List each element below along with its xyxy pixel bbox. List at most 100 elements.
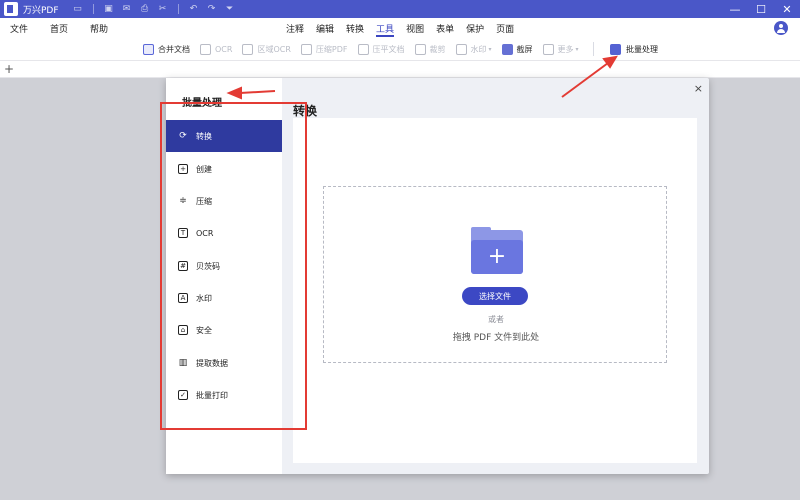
user-avatar-icon[interactable] bbox=[774, 21, 788, 35]
merge-icon bbox=[143, 43, 154, 55]
convert-icon: ⟳ bbox=[179, 130, 187, 141]
sidebar-item-security[interactable]: ⌂ 安全 bbox=[166, 314, 282, 346]
flatten-label: 压平文档 bbox=[372, 44, 405, 54]
close-button[interactable]: ✕ bbox=[774, 0, 800, 18]
sidebar-item-label: 提取数据 bbox=[196, 358, 228, 368]
toolbar-divider bbox=[592, 42, 594, 56]
flatten-button[interactable]: 压平文档 bbox=[357, 43, 405, 55]
sidebar-item-convert[interactable]: ⟳ 转换 bbox=[166, 120, 282, 152]
divider bbox=[92, 4, 94, 14]
tab-form[interactable]: 表单 bbox=[436, 18, 454, 38]
watermark-icon bbox=[455, 43, 467, 55]
maximize-button[interactable]: ☐ bbox=[748, 0, 774, 18]
tab-view[interactable]: 视图 bbox=[406, 18, 424, 38]
dialog-sidebar: 批量处理 ⟳ 转换 + 创建 ≑ 压缩 T OCR # 贝茨码 A 水印 ⌂ 安… bbox=[166, 78, 282, 474]
watermark-button[interactable]: 水印 ▾ bbox=[455, 43, 492, 55]
undo-icon[interactable]: ↶ bbox=[185, 0, 203, 18]
ocr-label: OCR bbox=[215, 44, 233, 54]
sidebar-item-watermark[interactable]: A 水印 bbox=[166, 282, 282, 314]
tools-group: 合并文档 OCR 区域OCR 压缩PDF 压平文档 裁剪 水印 ▾ 截屏 更多 … bbox=[143, 38, 602, 60]
file-drop-zone[interactable]: + 选择文件 或者 拖拽 PDF 文件到此处 bbox=[323, 186, 667, 363]
more-button[interactable]: 更多 ▾ bbox=[542, 43, 579, 55]
folder-add-icon: + bbox=[471, 227, 523, 274]
menu-bar: 文件 首页 帮助 注释 编辑 转换 工具 视图 表单 保护 页面 bbox=[0, 18, 800, 38]
tab-edit[interactable]: 编辑 bbox=[316, 18, 334, 38]
tab-page[interactable]: 页面 bbox=[496, 18, 514, 38]
scissors-icon[interactable]: ✂ bbox=[154, 0, 172, 18]
drag-hint-text: 拖拽 PDF 文件到此处 bbox=[452, 333, 540, 343]
sidebar-item-label: 压缩 bbox=[196, 196, 212, 206]
tab-convert[interactable]: 转换 bbox=[346, 18, 364, 38]
add-tab-icon[interactable]: + bbox=[4, 62, 14, 76]
mail-icon[interactable]: ✉ bbox=[118, 0, 136, 18]
area-ocr-label: 区域OCR bbox=[257, 44, 291, 54]
window-controls: — ☐ ✕ bbox=[722, 0, 800, 18]
print-icon[interactable]: ⎙ bbox=[136, 0, 154, 18]
app-title: 万兴PDF bbox=[23, 5, 59, 16]
batch-process-button[interactable]: 批量处理 bbox=[608, 38, 658, 60]
sidebar-title: 批量处理 bbox=[182, 98, 222, 109]
menu-help[interactable]: 帮助 bbox=[90, 22, 108, 35]
main-menu: 文件 首页 帮助 bbox=[10, 22, 130, 35]
sidebar-item-extract-data[interactable]: ▥ 提取数据 bbox=[166, 347, 282, 379]
dialog-title: 转换 bbox=[293, 104, 318, 118]
chevron-down-icon: ▾ bbox=[575, 45, 579, 53]
tab-protect[interactable]: 保护 bbox=[466, 18, 484, 38]
ocr-button[interactable]: OCR bbox=[200, 43, 233, 55]
app-logo-icon bbox=[4, 2, 18, 16]
batch-process-dialog: 批量处理 ⟳ 转换 + 创建 ≑ 压缩 T OCR # 贝茨码 A 水印 ⌂ 安… bbox=[166, 78, 709, 474]
merge-button[interactable]: 合并文档 bbox=[143, 43, 190, 55]
print-icon: ✓ bbox=[178, 390, 188, 400]
crop-button[interactable]: 裁剪 bbox=[414, 43, 446, 55]
menu-home[interactable]: 首页 bbox=[50, 22, 68, 35]
chevron-down-icon: ▾ bbox=[488, 45, 492, 53]
save-icon[interactable]: ▣ bbox=[100, 0, 118, 18]
dialog-close-icon[interactable]: × bbox=[694, 82, 703, 95]
flatten-icon bbox=[357, 43, 369, 55]
sidebar-item-label: OCR bbox=[196, 228, 214, 238]
sidebar-item-label: 创建 bbox=[196, 164, 212, 174]
ocr-icon: T bbox=[178, 228, 188, 238]
customize-icon[interactable]: ⏷ bbox=[221, 0, 239, 18]
sidebar-item-label: 贝茨码 bbox=[196, 261, 220, 271]
folder-icon[interactable]: ▭ bbox=[69, 0, 87, 18]
screenshot-label: 截屏 bbox=[516, 44, 533, 54]
sidebar-item-bates[interactable]: # 贝茨码 bbox=[166, 250, 282, 282]
area-ocr-icon bbox=[242, 43, 254, 55]
dialog-content-panel: + 选择文件 或者 拖拽 PDF 文件到此处 bbox=[293, 118, 697, 463]
batch-process-label: 批量处理 bbox=[626, 44, 658, 54]
document-tab-strip: + bbox=[0, 60, 800, 78]
or-text: 或者 bbox=[488, 315, 504, 324]
watermark-label: 水印 bbox=[470, 44, 487, 54]
screenshot-button[interactable]: 截屏 bbox=[501, 43, 533, 55]
compress-button[interactable]: 压缩PDF bbox=[300, 43, 348, 55]
crop-icon bbox=[414, 43, 426, 55]
compress-icon: ≑ bbox=[179, 195, 187, 206]
sidebar-item-create[interactable]: + 创建 bbox=[166, 153, 282, 185]
sidebar-item-batch-print[interactable]: ✓ 批量打印 bbox=[166, 379, 282, 411]
sidebar-item-compress[interactable]: ≑ 压缩 bbox=[166, 185, 282, 217]
menu-file[interactable]: 文件 bbox=[10, 22, 28, 35]
ribbon-tabs: 注释 编辑 转换 工具 视图 表单 保护 页面 bbox=[286, 18, 526, 38]
sidebar-item-label: 批量打印 bbox=[196, 390, 228, 400]
extract-data-icon: ▥ bbox=[178, 357, 188, 368]
sidebar-item-label: 水印 bbox=[196, 293, 212, 303]
bates-icon: # bbox=[178, 261, 188, 271]
watermark-icon: A bbox=[178, 293, 188, 303]
minimize-button[interactable]: — bbox=[722, 0, 748, 18]
tab-tools[interactable]: 工具 bbox=[376, 18, 395, 38]
area-ocr-button[interactable]: 区域OCR bbox=[242, 43, 291, 55]
lock-icon: ⌂ bbox=[178, 325, 188, 335]
tab-annotate[interactable]: 注释 bbox=[286, 18, 304, 38]
select-file-button[interactable]: 选择文件 bbox=[462, 287, 528, 305]
compress-label: 压缩PDF bbox=[315, 44, 348, 54]
redo-icon[interactable]: ↷ bbox=[203, 0, 221, 18]
ocr-icon bbox=[200, 43, 211, 55]
batch-process-icon bbox=[608, 41, 621, 55]
screenshot-icon bbox=[501, 43, 513, 55]
create-icon: + bbox=[178, 164, 188, 174]
sidebar-item-label: 安全 bbox=[196, 325, 212, 335]
sidebar-item-label: 转换 bbox=[196, 131, 212, 141]
sidebar-item-ocr[interactable]: T OCR bbox=[166, 217, 282, 249]
divider bbox=[177, 4, 179, 14]
